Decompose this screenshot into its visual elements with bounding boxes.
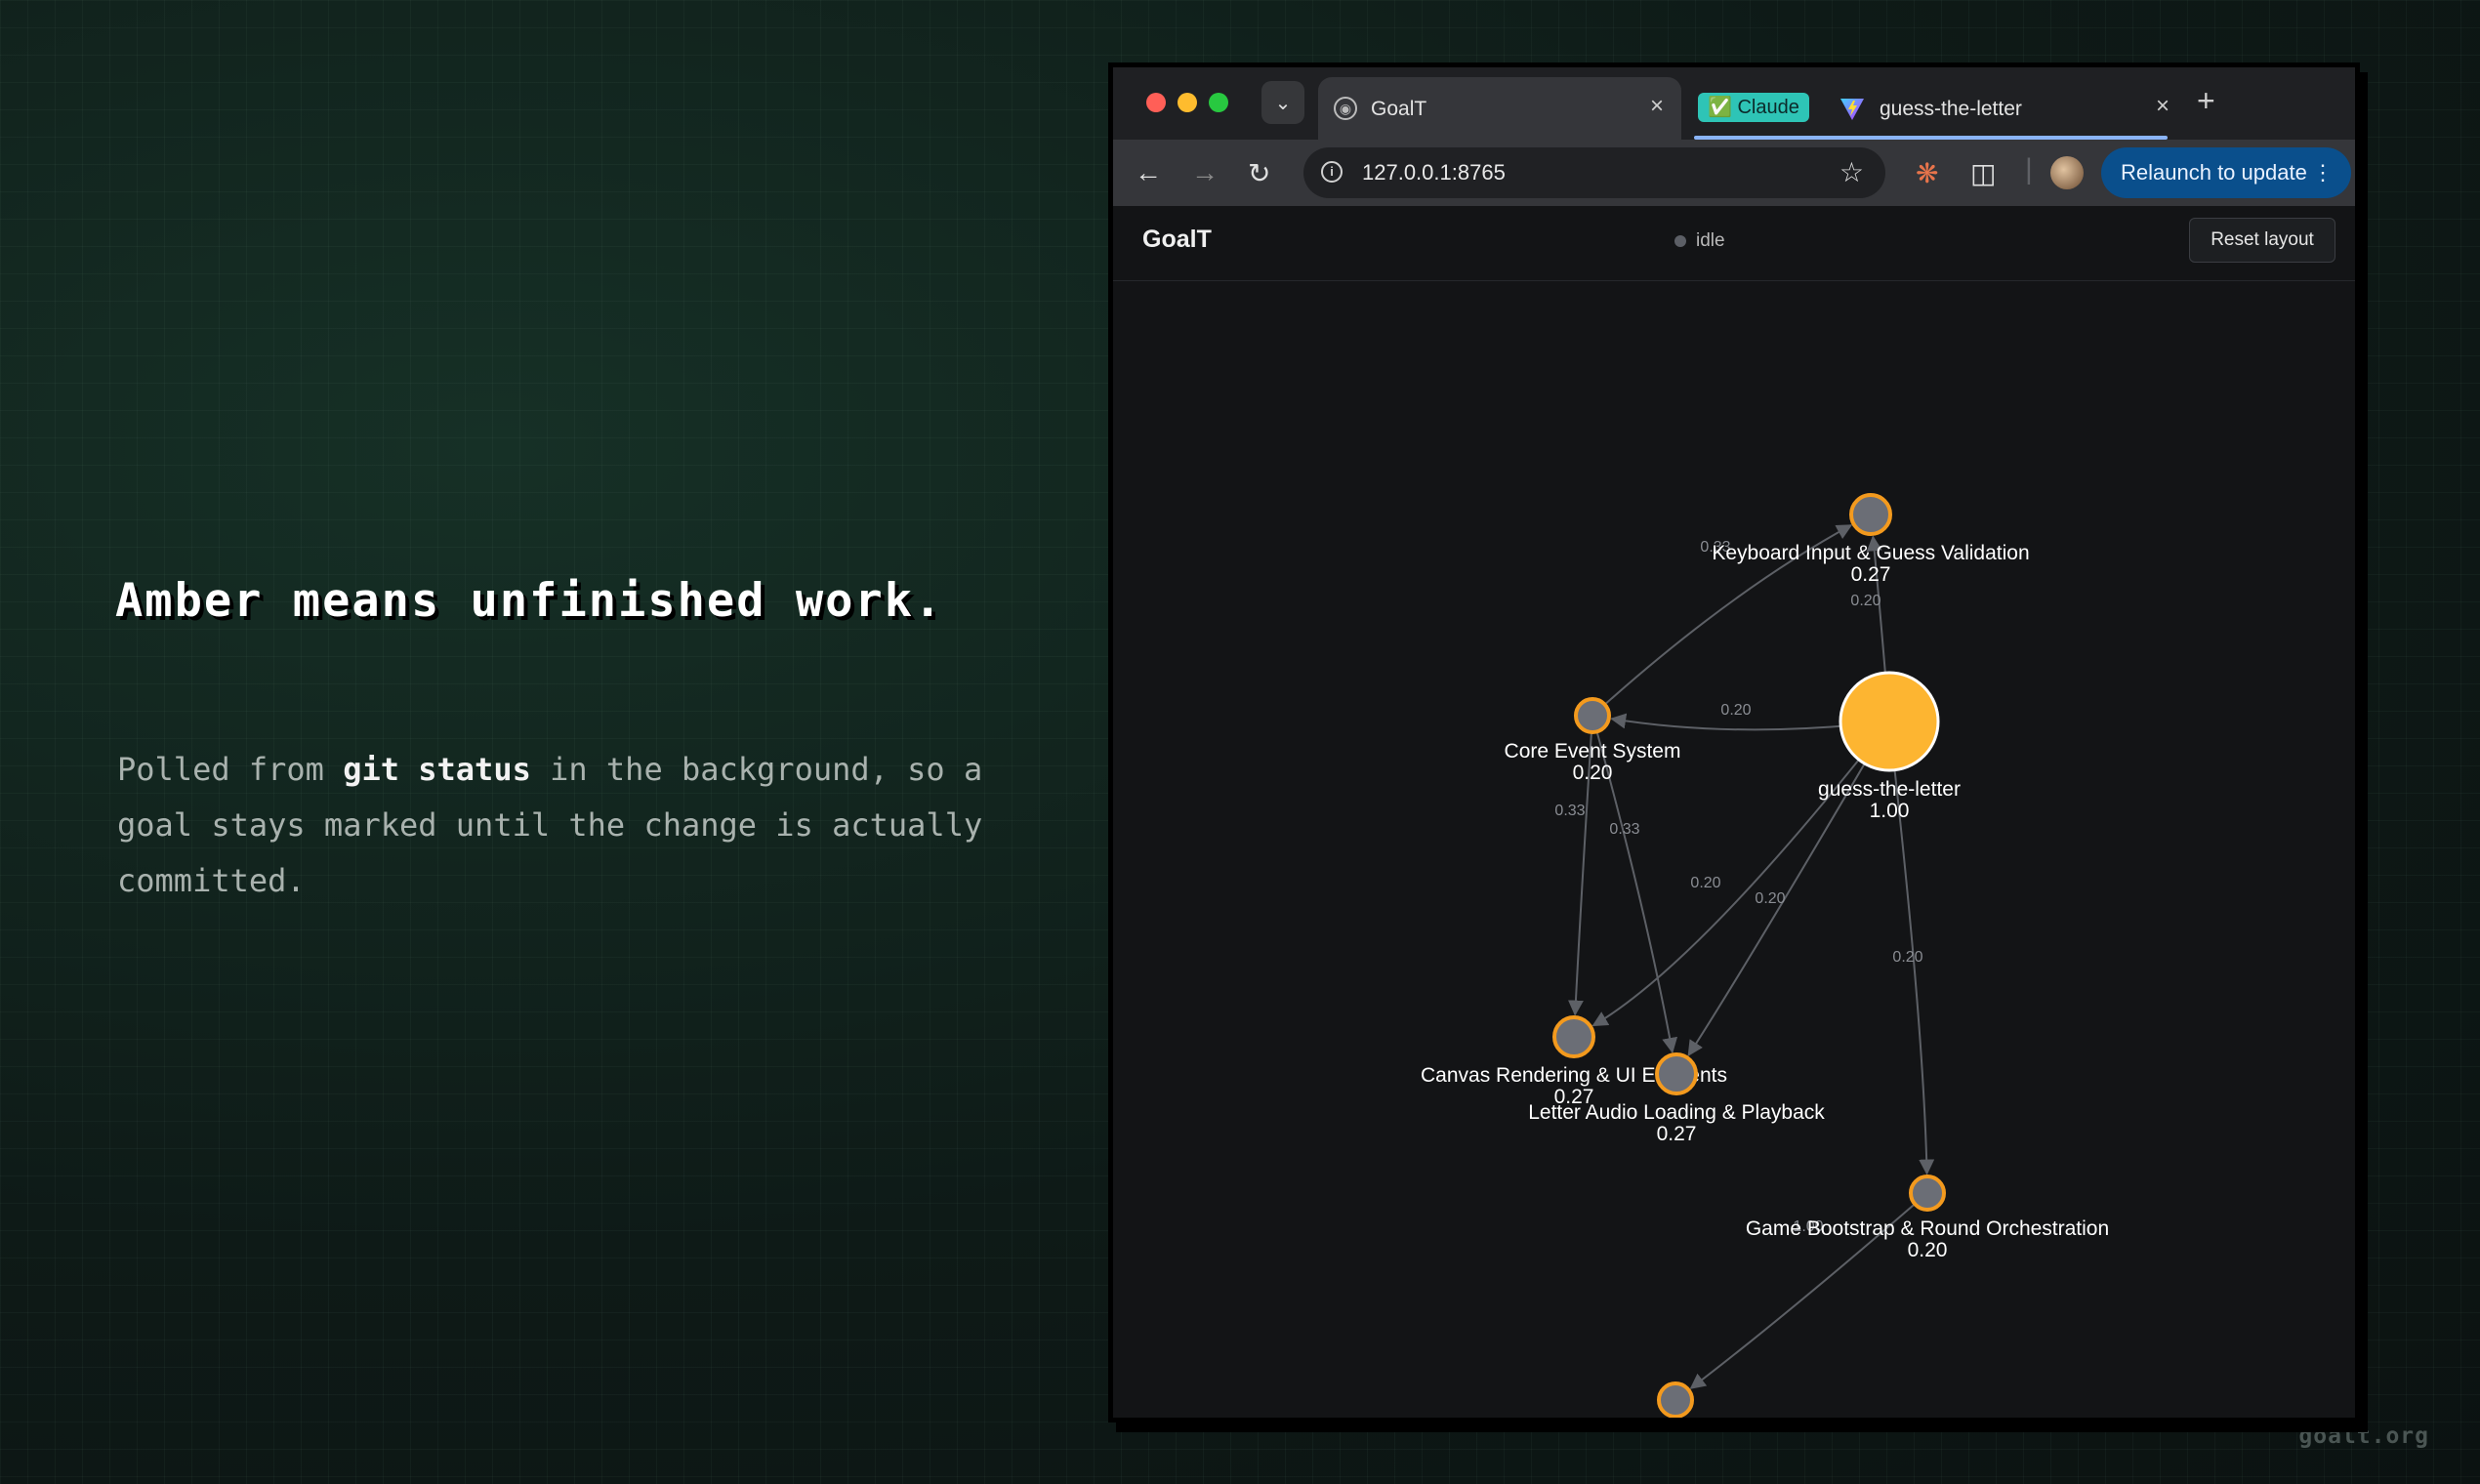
reload-icon[interactable]: ↻ [1248,157,1270,189]
subtext-code: git status [343,751,531,788]
node-root[interactable]: guess-the-letter1.00 [1818,671,1961,822]
node-circle[interactable] [1574,697,1611,734]
node-circle[interactable] [1655,1052,1698,1095]
close-window-button[interactable] [1146,93,1166,112]
forward-arrow-icon[interactable]: → [1191,157,1219,188]
info-icon[interactable]: i [1321,161,1343,183]
extensions-puzzle-icon[interactable]: ◫ [1970,157,1996,189]
claude-extension-icon[interactable]: ❋ [1916,157,1938,189]
node-name-label: Keyboard Input & Guess Validation [1712,542,2029,564]
maximize-window-button[interactable] [1209,93,1228,112]
edge-weight-label: 0.20 [1755,890,1785,907]
back-arrow-icon[interactable]: ← [1135,157,1162,188]
node-name-label: Game Bootstrap & Round Orchestration [1746,1217,2109,1240]
page-content: GoalT idle Reset layout 0.33 0.20 0.20 0.33… [1113,206,2355,1418]
edge-weight-label: 0.20 [1720,702,1751,719]
subtext-before: Polled from [117,751,344,788]
browser-window: ⌄ ◉ GoalT × ✅ Claude guess-the-letter × … [1108,62,2360,1422]
node-circle[interactable] [1552,1015,1595,1058]
node-circle[interactable] [1657,1381,1694,1418]
relaunch-label: Relaunch to update [2121,160,2307,185]
relaunch-button[interactable]: Relaunch to update ⋮ [2101,147,2351,198]
tab-bar: ⌄ ◉ GoalT × ✅ Claude guess-the-letter × … [1113,67,2355,140]
headline: Amber means unfinished work. [115,574,944,628]
app-brand: GoalT [1142,226,1212,253]
edge-weight-label: 0.20 [1850,593,1881,609]
claude-badge-label: Claude [1737,97,1799,118]
reset-layout-button[interactable]: Reset layout [2189,218,2335,263]
node-name-label: Core Event System [1505,740,1681,763]
node-value-label: 0.20 [1908,1239,1948,1261]
subtext: Polled from git status in the background… [117,742,1015,909]
edge-root-canvas [1591,721,1890,1027]
claude-group-badge[interactable]: ✅ Claude [1698,93,1809,122]
node-circle[interactable] [1849,493,1892,536]
node-value-label: 0.27 [1657,1123,1697,1145]
app-header: GoalT idle Reset layout [1113,206,2355,281]
more-vert-icon[interactable]: ⋮ [2312,147,2334,198]
node-bootstrap[interactable]: Game Bootstrap & Round Orchestration0.20 [1746,1175,2109,1261]
close-tab-icon[interactable]: × [1650,93,1664,120]
node-circle[interactable] [1909,1175,1946,1212]
status-label: idle [1696,230,1725,251]
url-text[interactable]: 127.0.0.1:8765 [1362,160,1506,186]
tab-title: GoalT [1371,98,1427,120]
globe-icon: ◉ [1334,97,1357,120]
node-value-label: 0.27 [1851,563,1891,586]
node-config[interactable]: Letter Configuration Data0.20 [1561,1381,1791,1418]
edge-weight-label: 0.20 [1690,875,1720,891]
edge-weight-label: 0.20 [1892,949,1922,966]
tab-search-button[interactable]: ⌄ [1261,81,1304,124]
node-name-label: guess-the-letter [1818,778,1961,801]
node-value-label: 0.20 [1573,762,1613,784]
node-core[interactable]: Core Event System0.20 [1505,697,1681,784]
tab-guess-the-letter[interactable]: ✅ Claude guess-the-letter × [1694,77,2187,140]
edge-weight-label: 0.33 [1609,821,1639,838]
address-bar[interactable]: i 127.0.0.1:8765 ☆ [1303,147,1885,198]
vite-icon [1840,99,1864,120]
chevron-down-icon: ⌄ [1274,92,1292,114]
bookmark-star-icon[interactable]: ☆ [1839,156,1864,188]
browser-toolbar: ← → ↻ i 127.0.0.1:8765 ☆ ❋ ◫ | Relaunch … [1113,140,2355,206]
tab-title: guess-the-letter [1880,98,2022,120]
node-name-label: Letter Audio Loading & Playback [1528,1101,1825,1124]
new-tab-button[interactable]: + [2197,83,2215,119]
status-indicator: idle [1674,230,1725,252]
minimize-window-button[interactable] [1178,93,1197,112]
close-tab-icon[interactable]: × [2156,93,2170,120]
toolbar-divider: | [2025,153,2033,186]
node-circle[interactable] [1839,671,1940,772]
edge-weight-label: 0.33 [1554,803,1585,819]
goal-graph[interactable]: 0.330.200.200.330.330.200.200.201.00 gue… [1113,280,2355,1418]
tab-goalt[interactable]: ◉ GoalT × [1318,77,1681,140]
avatar[interactable] [2050,156,2084,189]
node-value-label: 1.00 [1870,800,1910,822]
status-dot-icon [1674,234,1686,247]
node-keyboard[interactable]: Keyboard Input & Guess Validation0.27 [1712,493,2030,586]
